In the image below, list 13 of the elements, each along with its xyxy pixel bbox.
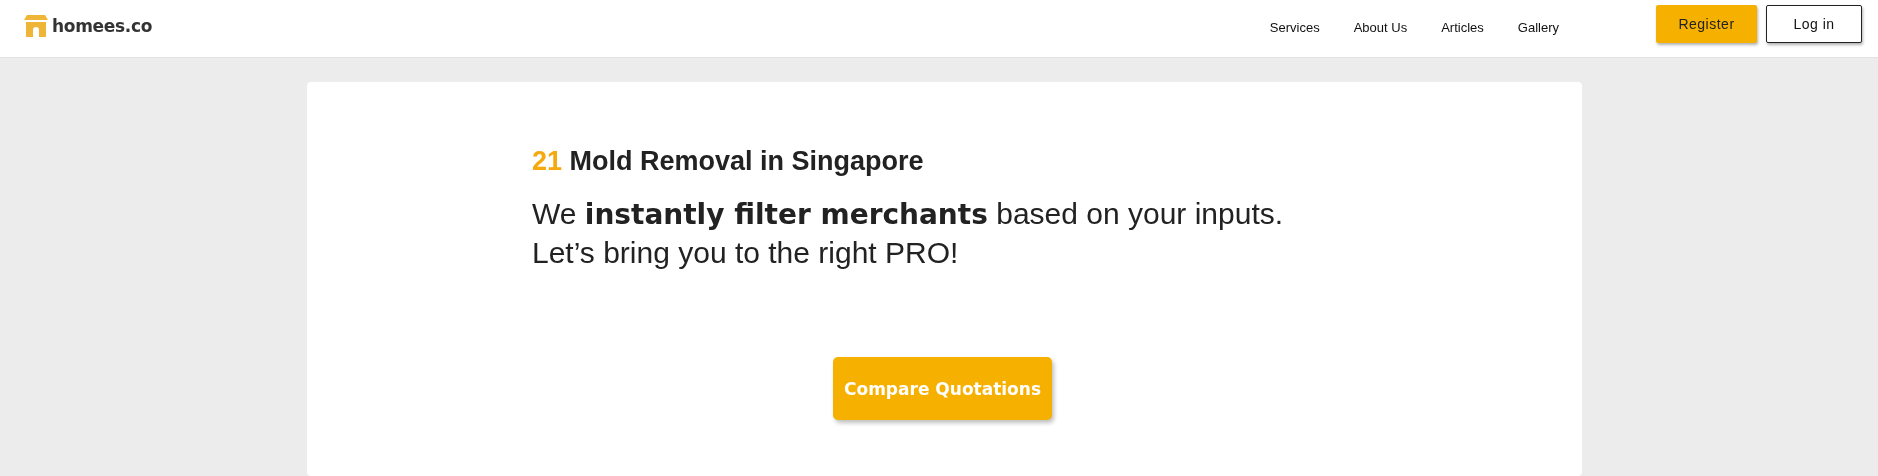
tagline: We instantly filter merchants based on your inputs. [532, 196, 1285, 233]
page-title: Mold Removal in Singapore [568, 146, 924, 176]
login-button[interactable]: Log in [1766, 4, 1862, 43]
nav-link[interactable]: Articles [1424, 20, 1501, 35]
tagline: Let’s bring you to the right PRO! [532, 235, 960, 271]
logo-text: homees.co [52, 15, 153, 36]
nav-link[interactable]: Services [1252, 20, 1337, 35]
nav-link[interactable]: Gallery [1500, 20, 1576, 35]
nav-link[interactable]: About Us [1336, 20, 1425, 35]
logo[interactable]: homees.co [24, 14, 153, 37]
house-icon [24, 14, 48, 37]
register-button[interactable]: Register [1656, 4, 1757, 43]
result-count: 21 [532, 146, 563, 176]
